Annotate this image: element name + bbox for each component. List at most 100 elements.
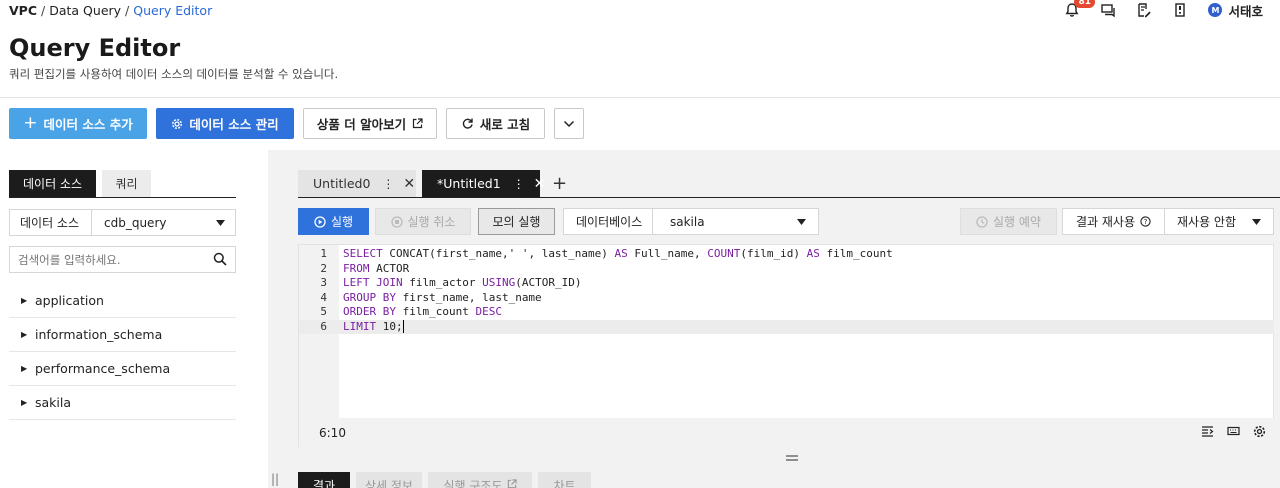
data-source-select-value: cdb_query (104, 215, 167, 230)
result-reuse-label: 결과 재사용 ? (1062, 208, 1165, 235)
keyboard-icon[interactable] (1227, 425, 1240, 437)
search-input[interactable] (10, 247, 200, 272)
more-vertical-icon[interactable]: ⋮ (513, 177, 525, 191)
stop-circle-icon (390, 215, 403, 228)
tab-underline (9, 197, 236, 198)
play-circle-icon (314, 215, 326, 228)
mock-run-label: 모의 실행 (492, 215, 541, 229)
editor-tab-untitled1[interactable]: *Untitled1 ⋮ ✕ (422, 170, 545, 197)
tab-results[interactable]: 결과 (298, 472, 350, 488)
top-bar: VPC / Data Query / Query Editor 81 M 서태호 (0, 0, 1280, 22)
schema-tree: ▶ application ▶ information_schema ▶ perfor… (9, 284, 236, 420)
learn-more-button[interactable]: 상품 더 알아보기 (303, 108, 437, 139)
cancel-run-button[interactable]: 실행 취소 (375, 208, 471, 235)
code-text: GROUP BY first_name, last_name (343, 290, 542, 304)
refresh-button[interactable]: 새로 고침 (446, 108, 545, 139)
tree-item-application[interactable]: ▶ application (9, 284, 236, 318)
breadcrumb-vpc[interactable]: VPC (9, 3, 37, 18)
breadcrumb-data-query[interactable]: Data Query (49, 3, 121, 18)
code-line: 5 ORDER BY film_count DESC (299, 305, 1274, 320)
refresh-label: 새로 고침 (479, 117, 531, 132)
result-reuse-select[interactable]: 재사용 안함 (1164, 208, 1274, 235)
tab-execution-plan-label: 실행 구조도 (443, 479, 503, 488)
close-icon[interactable]: ✕ (534, 176, 546, 192)
horizontal-resize-handle[interactable] (786, 450, 798, 464)
svg-text:?: ? (1144, 218, 1148, 226)
settings-icon[interactable] (1253, 425, 1266, 438)
action-toolbar: + 데이터 소스 추가 데이터 소스 관리 상품 더 알아보기 새로 고침 (9, 108, 584, 139)
edit-document-icon (1138, 3, 1152, 18)
line-number: 1 (320, 247, 327, 260)
search-icon[interactable] (213, 252, 227, 266)
external-link-icon (413, 118, 423, 129)
add-data-source-label: 데이터 소스 추가 (43, 117, 133, 132)
breadcrumb: VPC / Data Query / Query Editor (9, 3, 212, 18)
code-line-current: 6 LIMIT 10; (299, 319, 1274, 334)
caret-down-icon (797, 218, 806, 225)
avatar: M (1208, 3, 1223, 17)
cursor-position: 6:10 (319, 425, 346, 440)
editor-tab-label: *Untitled1 (437, 176, 501, 191)
add-data-source-button[interactable]: + 데이터 소스 추가 (9, 108, 147, 139)
database-select[interactable]: 데이터베이스 sakila (563, 208, 819, 235)
notification-button[interactable]: 81 (1054, 0, 1096, 20)
line-number: 4 (320, 290, 327, 304)
tab-execution-plan[interactable]: 실행 구조도 (428, 472, 532, 488)
more-actions-dropdown[interactable] (554, 108, 584, 139)
page-description: 쿼리 편집기를 사용하여 데이터 소스의 데이터를 분석할 수 있습니다. (9, 67, 339, 81)
panel-splitter[interactable] (268, 150, 298, 488)
tab-chart[interactable]: 차트 (538, 472, 591, 488)
line-number: 3 (320, 276, 327, 289)
add-tab-icon[interactable]: + (552, 173, 567, 194)
header-actions: 81 M 서태호 (1054, 0, 1280, 20)
code-text: SELECT CONCAT(first_name,' ', last_name)… (343, 247, 893, 260)
manage-data-source-button[interactable]: 데이터 소스 관리 (156, 108, 294, 139)
guide-button[interactable] (1162, 0, 1198, 20)
help-icon[interactable]: ? (1140, 216, 1151, 227)
page-title: Query Editor (9, 34, 181, 62)
splitter-handle-icon[interactable]: || (271, 472, 279, 486)
learn-more-label: 상품 더 알아보기 (316, 117, 407, 132)
clock-icon (976, 215, 988, 228)
code-line: 3 LEFT JOIN film_actor USING(ACTOR_ID) (299, 276, 1274, 291)
refresh-icon (462, 118, 473, 129)
plus-icon: + (23, 113, 38, 133)
caret-right-icon: ▶ (21, 330, 28, 339)
close-icon[interactable]: ✕ (403, 176, 415, 192)
user-menu[interactable]: M 서태호 (1208, 1, 1263, 20)
code-line: 4 GROUP BY first_name, last_name (299, 291, 1274, 306)
drag-handle-icon (786, 455, 798, 461)
tab-query[interactable]: 쿼리 (102, 170, 151, 197)
tab-details[interactable]: 상세 정보 (356, 472, 422, 488)
query-workspace: Untitled0 ⋮ ✕ *Untitled1 ⋮ ✕ + 실행 실행 취소 … (298, 150, 1280, 488)
editor-tab-untitled0[interactable]: Untitled0 ⋮ ✕ (298, 170, 416, 197)
caret-down-icon (216, 219, 225, 226)
data-source-select-label: 데이터 소스 (10, 210, 92, 235)
tree-item-performance-schema[interactable]: ▶ performance_schema (9, 352, 236, 386)
chat-icon (1101, 4, 1116, 18)
gear-icon (172, 118, 183, 129)
mock-run-button[interactable]: 모의 실행 (478, 208, 555, 235)
tree-item-information-schema[interactable]: ▶ information_schema (9, 318, 236, 352)
book-icon (1175, 3, 1186, 17)
sql-editor[interactable]: 1 SELECT CONCAT(first_name,' ', last_name… (298, 244, 1274, 447)
tab-data-source[interactable]: 데이터 소스 (9, 170, 96, 197)
breadcrumb-separator: / (41, 3, 46, 18)
more-vertical-icon[interactable]: ⋮ (382, 177, 394, 191)
tree-item-sakila[interactable]: ▶ sakila (9, 386, 236, 420)
editor-tab-underline (298, 197, 1280, 198)
format-icon[interactable] (1201, 425, 1214, 437)
text-cursor (402, 320, 404, 333)
tree-item-label: performance_schema (35, 361, 171, 376)
run-button[interactable]: 실행 (298, 208, 369, 235)
schedule-run-button[interactable]: 실행 예약 (960, 208, 1057, 235)
chat-button[interactable] (1090, 0, 1126, 20)
cancel-run-label: 실행 취소 (407, 215, 456, 229)
breadcrumb-query-editor: Query Editor (133, 3, 213, 18)
caret-right-icon: ▶ (21, 296, 28, 305)
database-select-label: 데이터베이스 (564, 209, 653, 234)
database-select-value: sakila (670, 214, 705, 229)
editor-status-bar: 6:10 (299, 418, 1274, 447)
edit-note-button[interactable] (1126, 0, 1162, 20)
data-source-select[interactable]: 데이터 소스 cdb_query (9, 209, 236, 236)
